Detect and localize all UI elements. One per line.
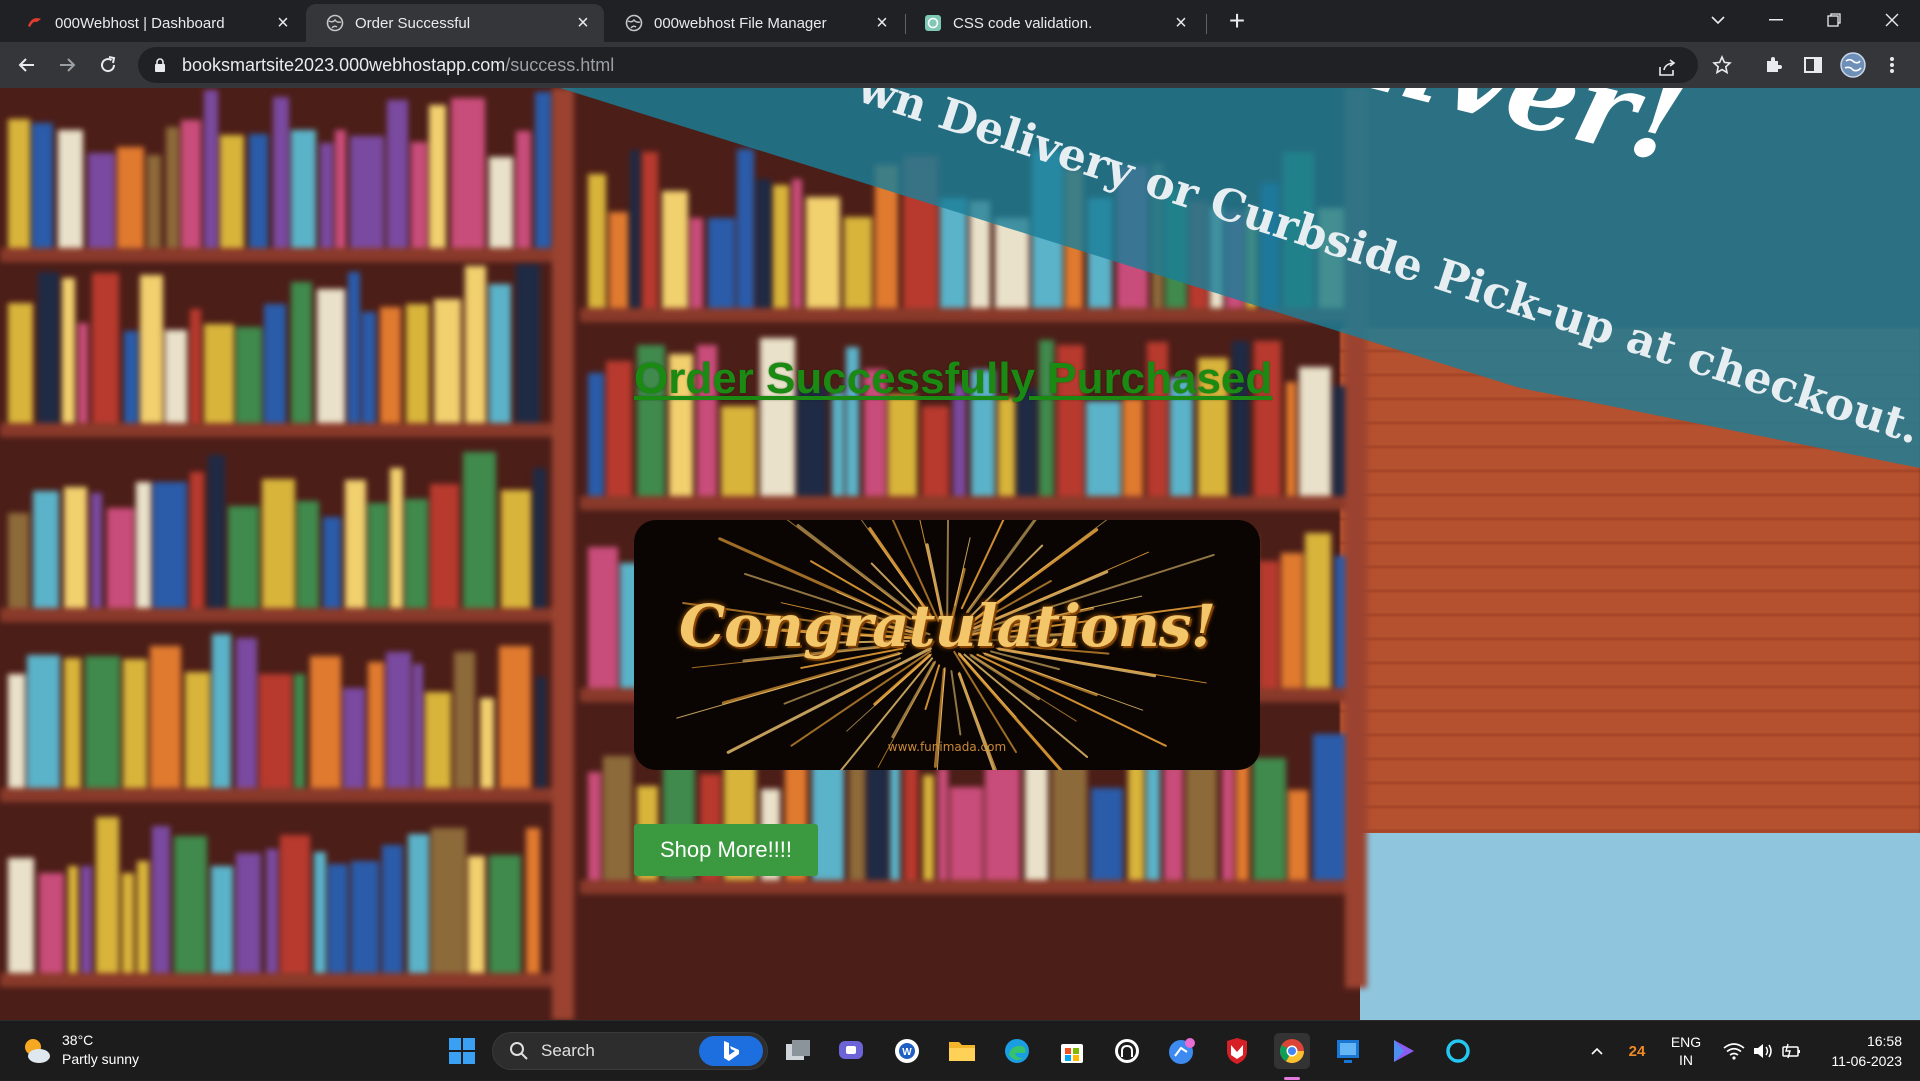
remote-desktop-icon[interactable] — [1330, 1033, 1366, 1069]
messenger-app-icon[interactable] — [1164, 1033, 1200, 1069]
reload-icon[interactable] — [91, 48, 125, 82]
url-host: booksmartsite2023.000webhostapp.com — [182, 54, 506, 75]
weather-widget[interactable]: 38°C Partly sunny — [20, 1031, 139, 1069]
browser-toolbar: booksmartsite2023.000webhostapp.com/succ… — [0, 42, 1920, 88]
address-bar[interactable]: booksmartsite2023.000webhostapp.com/succ… — [138, 47, 1698, 83]
tab-title: Order Successful — [355, 14, 471, 32]
weather-temperature: 38°C — [62, 1032, 94, 1048]
search-label: Search — [541, 1041, 595, 1060]
region-code: IN — [1679, 1052, 1693, 1068]
language-code: ENG — [1670, 1034, 1702, 1050]
bookmark-star-icon[interactable] — [1709, 52, 1735, 78]
clock[interactable]: 16:58 11-06-2023 — [1810, 1021, 1910, 1081]
battery-icon[interactable] — [1778, 1021, 1804, 1081]
tab-title: CSS code validation. — [953, 14, 1093, 32]
profile-avatar[interactable] — [1840, 52, 1866, 78]
url-path: /success.html — [505, 54, 615, 75]
partly-sunny-icon — [25, 1039, 50, 1063]
media-player-icon[interactable] — [1385, 1033, 1421, 1069]
word-app-icon[interactable]: W — [889, 1033, 925, 1069]
chrome-browser-icon[interactable] — [1274, 1033, 1310, 1069]
page-title: Order Successfully Purchased — [634, 354, 1273, 403]
show-hidden-icons-chevron-icon[interactable] — [1585, 1021, 1609, 1081]
tab-title: 000Webhost | Dashboard — [55, 14, 225, 32]
firework-ray — [950, 670, 962, 736]
firework-ray — [969, 653, 1077, 722]
weather-description: Partly sunny — [62, 1051, 140, 1067]
congratulations-text: Congratulations! — [678, 592, 1216, 660]
edge-browser-icon[interactable] — [999, 1033, 1035, 1069]
clock-time: 16:58 — [1866, 1033, 1902, 1049]
more-menu-icon[interactable] — [1879, 52, 1905, 78]
language-indicator[interactable]: ENG IN — [1664, 1021, 1708, 1081]
tab-order-successful[interactable]: Order Successful × — [306, 4, 604, 42]
firework-ray — [976, 653, 1167, 747]
close-window-button[interactable] — [1864, 0, 1920, 40]
windows-taskbar: 38°C Partly sunny Search W 24 ENG IN 16:… — [0, 1020, 1920, 1080]
globe-icon — [625, 14, 643, 32]
volume-icon[interactable] — [1750, 1021, 1776, 1081]
share-icon[interactable] — [1654, 55, 1680, 81]
microsoft-store-icon[interactable] — [1054, 1033, 1090, 1069]
globe-icon — [326, 14, 344, 32]
mcafee-icon[interactable] — [1219, 1033, 1255, 1069]
side-panel-icon[interactable] — [1800, 52, 1826, 78]
svg-text:W: W — [902, 1047, 912, 1058]
tab-search-chevron-icon[interactable] — [1690, 0, 1746, 40]
tab-close-icon[interactable]: × — [1170, 12, 1192, 34]
forward-arrow-icon[interactable] — [50, 48, 84, 82]
clock-date: 11-06-2023 — [1831, 1053, 1902, 1069]
windows-start-icon[interactable] — [444, 1033, 480, 1069]
extensions-puzzle-icon[interactable] — [1760, 52, 1786, 78]
taskbar-search[interactable]: Search — [492, 1032, 768, 1070]
cortana-icon[interactable] — [1440, 1033, 1476, 1069]
tab-title: 000webhost File Manager — [654, 14, 827, 32]
tray-badge-icon[interactable]: 24 — [1622, 1021, 1652, 1081]
page-viewport: wn Delivery or Curbside Pick-up at check… — [0, 88, 1920, 1020]
tab-strip: 000Webhost | Dashboard × Order Successfu… — [0, 0, 1920, 42]
task-view-icon[interactable] — [780, 1033, 816, 1069]
image-watermark: www.funimada.com — [887, 740, 1007, 754]
github-icon[interactable] — [1109, 1033, 1145, 1069]
teams-chat-icon[interactable] — [833, 1033, 869, 1069]
tab-close-icon[interactable]: × — [572, 12, 594, 34]
tab-css-validation[interactable]: CSS code validation. × — [904, 4, 1202, 42]
new-tab-button[interactable]: + — [1221, 6, 1253, 38]
tab-separator — [1206, 14, 1207, 34]
file-explorer-icon[interactable] — [944, 1033, 980, 1069]
wifi-icon[interactable] — [1720, 1021, 1748, 1081]
congratulations-image: Congratulations! www.funimada.com — [634, 520, 1260, 770]
tab-close-icon[interactable]: × — [272, 12, 294, 34]
shop-more-button[interactable]: Shop More!!!! — [634, 824, 818, 876]
minimize-button[interactable] — [1748, 0, 1804, 40]
back-arrow-icon[interactable] — [10, 48, 44, 82]
lock-icon[interactable] — [152, 57, 168, 73]
bing-icon[interactable] — [699, 1036, 763, 1066]
validator-icon — [924, 14, 942, 32]
firework-ray — [676, 652, 903, 719]
tab-close-icon[interactable]: × — [871, 12, 893, 34]
tab-webhost-dashboard[interactable]: 000Webhost | Dashboard × — [6, 4, 304, 42]
tab-file-manager[interactable]: 000webhost File Manager × — [605, 4, 903, 42]
search-icon — [510, 1042, 528, 1060]
webhost-logo-icon — [26, 14, 44, 32]
firework-ray — [953, 650, 1017, 753]
restore-button[interactable] — [1806, 0, 1862, 40]
firework-ray — [982, 652, 1144, 711]
